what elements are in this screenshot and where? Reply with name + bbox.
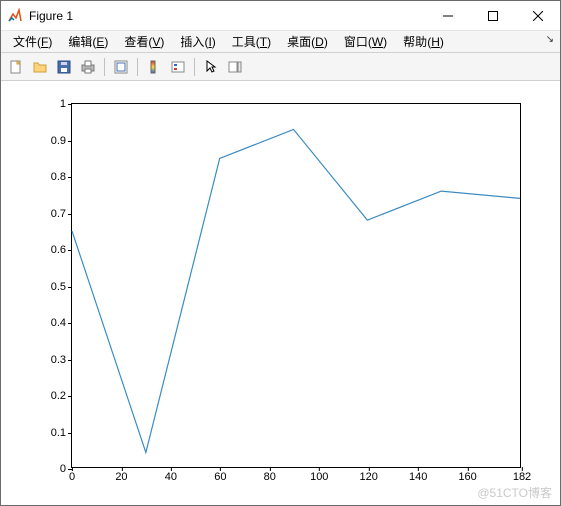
- menu-file[interactable]: 文件(F): [5, 31, 60, 52]
- legend-button[interactable]: [167, 56, 189, 78]
- open-button[interactable]: [29, 56, 51, 78]
- maximize-button[interactable]: [470, 1, 515, 30]
- y-tick-label: 0.8: [51, 171, 72, 183]
- toolbar-separator: [137, 58, 138, 76]
- figure-window: Figure 1 文件(F) 编辑(E) 查看(V) 插入(I) 工具(T) 桌…: [0, 0, 561, 506]
- x-tick-label: 182: [513, 467, 531, 483]
- y-tick-label: 0.2: [51, 390, 72, 402]
- chart-area: 00.10.20.30.40.50.60.70.80.9102040608010…: [1, 81, 560, 505]
- print-button[interactable]: [77, 56, 99, 78]
- close-button[interactable]: [515, 1, 560, 30]
- link-button[interactable]: [110, 56, 132, 78]
- menu-tools[interactable]: 工具(T): [224, 31, 279, 52]
- x-tick-label: 60: [214, 467, 226, 483]
- y-tick-label: 0.4: [51, 317, 72, 329]
- y-tick-label: 0.1: [51, 427, 72, 439]
- x-tick-label: 140: [409, 467, 427, 483]
- save-button[interactable]: [53, 56, 75, 78]
- y-tick-label: 0.5: [51, 281, 72, 293]
- menu-desktop[interactable]: 桌面(D): [279, 31, 336, 52]
- x-tick-label: 80: [264, 467, 276, 483]
- dock-arrow-icon[interactable]: ↘: [546, 34, 554, 45]
- colorbar-button[interactable]: [143, 56, 165, 78]
- y-tick-label: 0.7: [51, 208, 72, 220]
- x-tick-label: 120: [360, 467, 378, 483]
- x-tick-label: 40: [165, 467, 177, 483]
- line-plot: [72, 104, 520, 467]
- menu-edit[interactable]: 编辑(E): [60, 31, 116, 52]
- new-figure-button[interactable]: [5, 56, 27, 78]
- menubar: 文件(F) 编辑(E) 查看(V) 插入(I) 工具(T) 桌面(D) 窗口(W…: [1, 31, 560, 53]
- toolbar-separator: [194, 58, 195, 76]
- toolbar-separator: [104, 58, 105, 76]
- minimize-button[interactable]: [425, 1, 470, 30]
- titlebar: Figure 1: [1, 1, 560, 31]
- y-tick-label: 1: [60, 98, 72, 110]
- plottools-button[interactable]: [224, 56, 246, 78]
- x-tick-label: 20: [115, 467, 127, 483]
- toolbar: [1, 53, 560, 81]
- watermark-text: @51CTO博客: [477, 484, 552, 501]
- x-tick-label: 0: [69, 467, 75, 483]
- y-tick-label: 0.9: [51, 135, 72, 147]
- x-tick-label: 100: [310, 467, 328, 483]
- axes[interactable]: 00.10.20.30.40.50.60.70.80.9102040608010…: [71, 103, 521, 468]
- y-tick-label: 0.6: [51, 244, 72, 256]
- window-controls: [425, 1, 560, 30]
- window-title: Figure 1: [29, 9, 425, 23]
- menu-insert[interactable]: 插入(I): [172, 31, 223, 52]
- menu-help[interactable]: 帮助(H): [395, 31, 452, 52]
- y-tick-label: 0.3: [51, 354, 72, 366]
- pointer-button[interactable]: [200, 56, 222, 78]
- matlab-app-icon: [7, 8, 23, 24]
- x-tick-label: 160: [458, 467, 476, 483]
- menu-view[interactable]: 查看(V): [116, 31, 172, 52]
- menu-window[interactable]: 窗口(W): [336, 31, 395, 52]
